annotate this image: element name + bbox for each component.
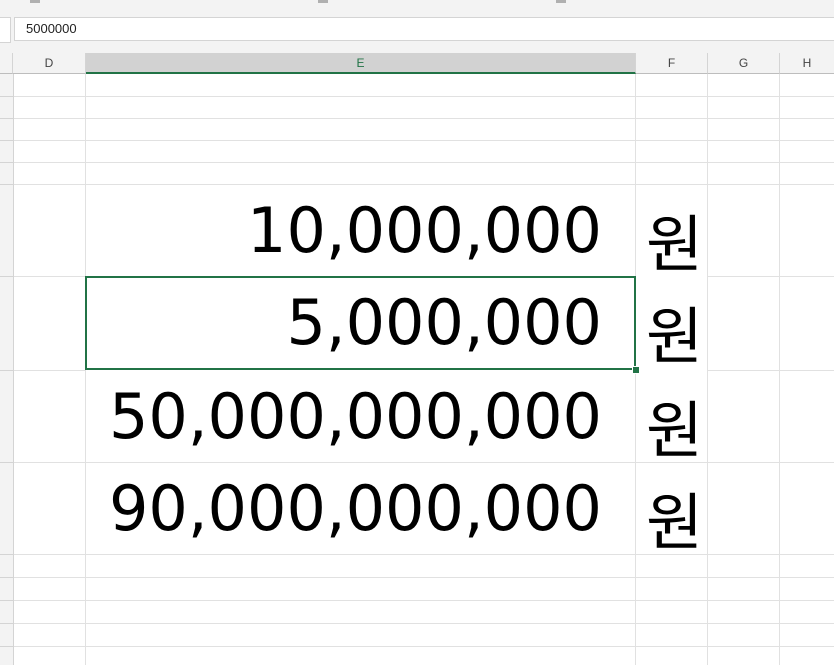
cell-f-unit[interactable]: 원 bbox=[646, 286, 708, 376]
column-header-h[interactable]: H bbox=[780, 53, 834, 74]
cell-f-unit[interactable]: 원 bbox=[646, 380, 708, 470]
gridline bbox=[14, 646, 834, 647]
formula-input[interactable]: 5000000 bbox=[14, 17, 834, 41]
gridline bbox=[14, 600, 834, 601]
gridline bbox=[14, 623, 834, 624]
fill-handle[interactable] bbox=[632, 366, 640, 374]
header-gap bbox=[0, 44, 834, 53]
cell-f-unit[interactable]: 원 bbox=[646, 194, 708, 284]
cell-f-unit[interactable]: 원 bbox=[646, 472, 708, 562]
formula-bar: 5000000 bbox=[0, 14, 834, 44]
gridline bbox=[14, 118, 834, 119]
column-header-g[interactable]: G bbox=[708, 53, 780, 74]
gridline bbox=[708, 276, 834, 277]
ribbon-tick bbox=[30, 0, 40, 3]
ribbon-edge bbox=[0, 0, 834, 15]
cell-e-value[interactable]: 50,000,000,000 bbox=[86, 380, 602, 453]
gridline bbox=[14, 184, 834, 185]
ribbon-tick bbox=[318, 0, 328, 3]
select-all-corner[interactable] bbox=[0, 53, 13, 74]
gridline bbox=[14, 276, 86, 277]
gridline bbox=[14, 462, 834, 463]
column-header-e[interactable]: E bbox=[86, 53, 636, 74]
gridline bbox=[14, 554, 834, 555]
gridline bbox=[708, 370, 834, 371]
gridline bbox=[14, 162, 834, 163]
gridline bbox=[14, 370, 86, 371]
row-headers[interactable] bbox=[0, 74, 14, 665]
ribbon-tick bbox=[556, 0, 566, 3]
cell-e-value[interactable]: 90,000,000,000 bbox=[86, 472, 602, 545]
cell-e-value[interactable]: 10,000,000 bbox=[86, 194, 602, 267]
column-header-f[interactable]: F bbox=[636, 53, 708, 74]
cell-grid[interactable]: 10,000,000 원 5,000,000 원 50,000,000,000 … bbox=[0, 74, 834, 665]
gridline bbox=[14, 140, 834, 141]
gridline bbox=[14, 577, 834, 578]
name-box-edge[interactable] bbox=[0, 17, 11, 43]
active-cell-border bbox=[85, 276, 636, 370]
column-header-d[interactable]: D bbox=[13, 53, 86, 74]
gridline bbox=[14, 96, 834, 97]
